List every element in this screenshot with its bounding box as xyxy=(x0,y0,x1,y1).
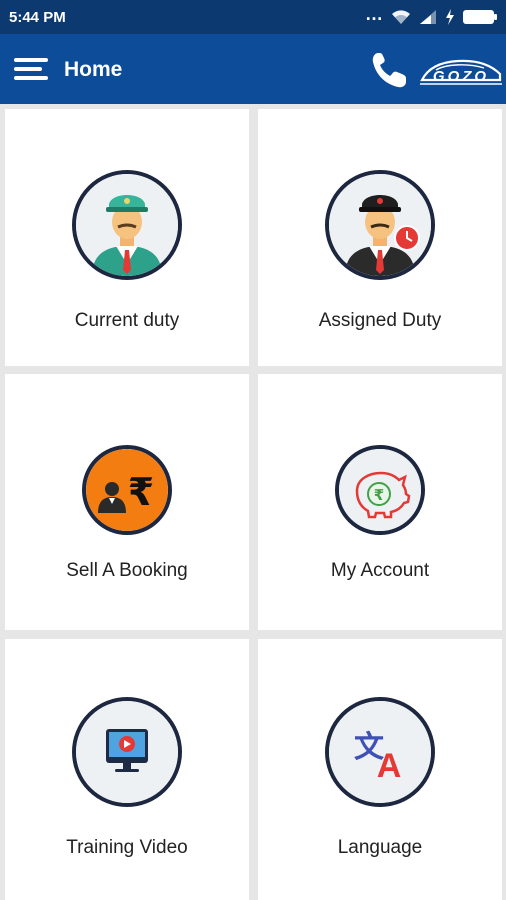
monitor-video-icon xyxy=(72,697,182,807)
tile-training-video[interactable]: Training Video xyxy=(5,639,249,900)
svg-text:₹: ₹ xyxy=(128,470,154,514)
page-title: Home xyxy=(64,58,123,81)
charging-icon xyxy=(445,9,455,25)
tile-current-duty[interactable]: Current duty xyxy=(5,109,249,366)
driver-clock-icon xyxy=(325,170,435,280)
more-dots-icon: … xyxy=(365,3,384,24)
cell-signal-icon xyxy=(418,9,438,25)
svg-text:A: A xyxy=(377,747,402,785)
svg-text:₹: ₹ xyxy=(374,486,384,504)
gozo-logo: GOZO xyxy=(418,54,504,88)
logo-text: GOZO xyxy=(433,68,489,85)
tile-language[interactable]: 文 A Language xyxy=(258,639,502,900)
status-time: 5:44 PM xyxy=(9,9,66,26)
tile-label: Training Video xyxy=(66,837,188,858)
tile-my-account[interactable]: ₹ My Account xyxy=(258,374,502,630)
wifi-icon xyxy=(391,9,411,25)
translate-icon: 文 A xyxy=(325,697,435,807)
rupee-piggy-bank-icon: ₹ xyxy=(335,445,425,535)
app-bar: Home GOZO xyxy=(0,34,506,104)
dashboard-grid: Current duty Assigned Duty ₹ Sell A Book… xyxy=(0,104,506,900)
tile-sell-a-booking[interactable]: ₹ Sell A Booking xyxy=(5,374,249,630)
tile-assigned-duty[interactable]: Assigned Duty xyxy=(258,109,502,366)
tile-label: Current duty xyxy=(74,310,180,331)
status-icons: … xyxy=(365,3,498,28)
status-bar: 5:44 PM … xyxy=(0,0,506,34)
tile-label: Language xyxy=(337,837,423,858)
tile-label: Sell A Booking xyxy=(66,560,188,581)
hamburger-menu-icon[interactable] xyxy=(12,55,50,83)
phone-icon[interactable] xyxy=(368,49,410,91)
battery-icon xyxy=(462,9,498,25)
tile-label: Assigned Duty xyxy=(318,310,442,331)
driver-icon xyxy=(72,170,182,280)
rupee-agent-icon: ₹ xyxy=(82,445,172,535)
tile-label: My Account xyxy=(330,560,430,581)
